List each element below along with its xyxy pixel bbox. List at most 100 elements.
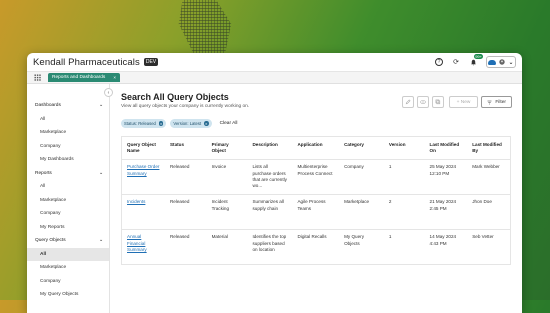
cell-modified-on: 21 May 2024 2:45 PM <box>424 194 468 231</box>
column-header[interactable]: Version <box>383 136 425 161</box>
view-button[interactable] <box>416 96 429 108</box>
avatar-icon <box>499 59 506 65</box>
cell-category: Company <box>339 159 384 196</box>
cell-name: Purchase Order Summary <box>121 159 165 196</box>
sidebar-item-dashboards-all[interactable]: All <box>27 113 109 127</box>
top-bar-actions: ? ⟳ 99+ ⌄ <box>435 54 516 68</box>
tab-label: Reports and Dashboards <box>52 75 106 80</box>
section-title: Query Objects <box>35 238 66 244</box>
tab-bar: Reports and Dashboards × <box>27 72 522 84</box>
column-header[interactable]: Query Object Name <box>121 136 165 161</box>
sidebar-item-query-objects-marketplace[interactable]: Marketplace <box>27 261 109 275</box>
query-object-link[interactable]: Annual Financial Summary <box>127 234 147 251</box>
column-header[interactable]: Primary Object <box>206 136 248 161</box>
edit-button[interactable] <box>401 96 414 108</box>
chevron-down-icon: ⌄ <box>98 238 103 244</box>
app-window: Kendall Pharmaceuticals DEV ? ⟳ 99+ ⌄ Re… <box>27 53 522 313</box>
sidebar: ‹ Dashboards ⌄ All Marketplace Company M… <box>27 84 113 313</box>
column-header[interactable]: Description <box>247 136 293 161</box>
chip-label: Status: Released <box>124 121 156 126</box>
cell-name: Annual Financial Summary <box>121 229 165 266</box>
remove-chip-icon[interactable]: ✕ <box>158 121 164 126</box>
cell-version: 1 <box>383 159 425 196</box>
remove-chip-icon[interactable]: ✕ <box>204 121 209 126</box>
cell-name: Incidents <box>121 194 165 231</box>
help-icon[interactable]: ? <box>435 58 443 66</box>
query-object-link[interactable]: Incidents <box>127 199 145 204</box>
filter-label: Filter <box>495 99 506 105</box>
sidebar-item-dashboards-company[interactable]: Company <box>27 140 109 154</box>
clear-all-link[interactable]: Clear All <box>220 121 238 126</box>
cell-status: Released <box>164 229 207 266</box>
bell-icon[interactable]: 99+ <box>469 54 483 66</box>
cell-description: Summarizes all supply chain <box>247 194 293 231</box>
cloud-icon <box>488 59 497 65</box>
filter-button[interactable]: Filter <box>481 96 512 108</box>
table-header-row: Query Object Name Status Primary Object … <box>121 136 511 161</box>
column-header[interactable]: Last Modified By <box>467 136 511 161</box>
filter-chip-status[interactable]: Status: Released ✕ <box>121 119 167 128</box>
cell-primary-object: Material <box>206 229 248 266</box>
cell-category: Marketplace <box>339 194 384 231</box>
sidebar-section-reports[interactable]: Reports ⌄ <box>27 167 109 181</box>
cell-status: Released <box>164 159 207 196</box>
table-row[interactable]: Incidents Released Incident Tracking Sum… <box>121 194 511 231</box>
query-objects-table: Query Object Name Status Primary Object … <box>121 136 511 266</box>
toolbar: + New Filter <box>401 96 512 108</box>
chevron-down-icon: ⌄ <box>98 103 103 109</box>
sidebar-item-dashboards-marketplace[interactable]: Marketplace <box>27 126 109 140</box>
copy-button[interactable] <box>431 96 444 108</box>
chip-label: Version: Latest <box>173 121 202 126</box>
sidebar-item-reports-company[interactable]: Company <box>27 207 109 221</box>
cell-version: 2 <box>383 194 425 231</box>
user-menu-button[interactable]: ⌄ <box>486 56 516 68</box>
app-title: Kendall Pharmaceuticals <box>33 56 140 68</box>
env-badge: DEV <box>143 58 159 66</box>
cell-version: 1 <box>383 229 425 266</box>
section-title: Dashboards <box>35 103 61 109</box>
sidebar-item-reports-marketplace[interactable]: Marketplace <box>27 194 109 208</box>
sidebar-item-reports-all[interactable]: All <box>27 180 109 194</box>
sidebar-item-query-objects-all[interactable]: All <box>27 247 109 261</box>
notification-badge: 99+ <box>474 54 483 59</box>
cell-primary-object: Invoice <box>206 159 248 196</box>
app-grid-icon[interactable] <box>34 74 41 81</box>
bell-shape-icon <box>470 59 476 65</box>
cell-description: Lists all purchase orders that are curre… <box>247 159 293 196</box>
cell-modified-on: 25 May 2024 12:10 PM <box>424 159 468 196</box>
table-row[interactable]: Annual Financial Summary Released Materi… <box>121 229 511 266</box>
query-object-link[interactable]: Purchase Order Summary <box>127 164 159 175</box>
table-row[interactable]: Purchase Order Summary Released Invoice … <box>121 159 511 196</box>
column-header[interactable]: Category <box>339 136 384 161</box>
filter-chips: Status: Released ✕ Version: Latest ✕ Cle… <box>121 119 511 128</box>
sync-icon[interactable]: ⟳ <box>452 58 460 66</box>
cell-modified-by: Jhon Doe <box>467 194 511 231</box>
edit-icon <box>405 99 411 105</box>
background-texture <box>178 0 232 60</box>
sidebar-item-my-query-objects[interactable]: My Query Objects <box>27 288 109 302</box>
tab-reports-and-dashboards[interactable]: Reports and Dashboards × <box>48 73 120 82</box>
cell-application: Multienterprise Process Connect <box>292 159 340 196</box>
cell-modified-by: Mark Webber <box>467 159 511 196</box>
content-area: ‹ Dashboards ⌄ All Marketplace Company M… <box>27 84 522 313</box>
close-icon[interactable]: × <box>113 75 116 80</box>
sidebar-section-dashboards[interactable]: Dashboards ⌄ <box>27 99 109 113</box>
new-button[interactable]: + New <box>448 96 479 108</box>
cell-primary-object: Incident Tracking <box>206 194 248 231</box>
chevron-down-icon: ⌄ <box>508 59 514 66</box>
cell-category: My Query Objects <box>339 229 384 266</box>
sidebar-item-my-dashboards[interactable]: My Dashboards <box>27 153 109 167</box>
cell-application: Digital Recalls <box>292 229 340 266</box>
copy-icon <box>435 99 440 105</box>
sidebar-section-query-objects[interactable]: Query Objects ⌄ <box>27 234 109 248</box>
column-header[interactable]: Last Modified On <box>424 136 468 161</box>
sidebar-item-query-objects-company[interactable]: Company <box>27 275 109 289</box>
filter-chip-version[interactable]: Version: Latest ✕ <box>170 119 212 128</box>
column-header[interactable]: Status <box>164 136 207 161</box>
sidebar-item-my-reports[interactable]: My Reports <box>27 221 109 235</box>
cell-modified-on: 14 May 2024 4:43 PM <box>424 229 468 266</box>
column-header[interactable]: Application <box>292 136 340 161</box>
eye-icon <box>419 100 426 104</box>
section-title: Reports <box>35 170 52 176</box>
chevron-down-icon: ⌄ <box>98 170 103 176</box>
